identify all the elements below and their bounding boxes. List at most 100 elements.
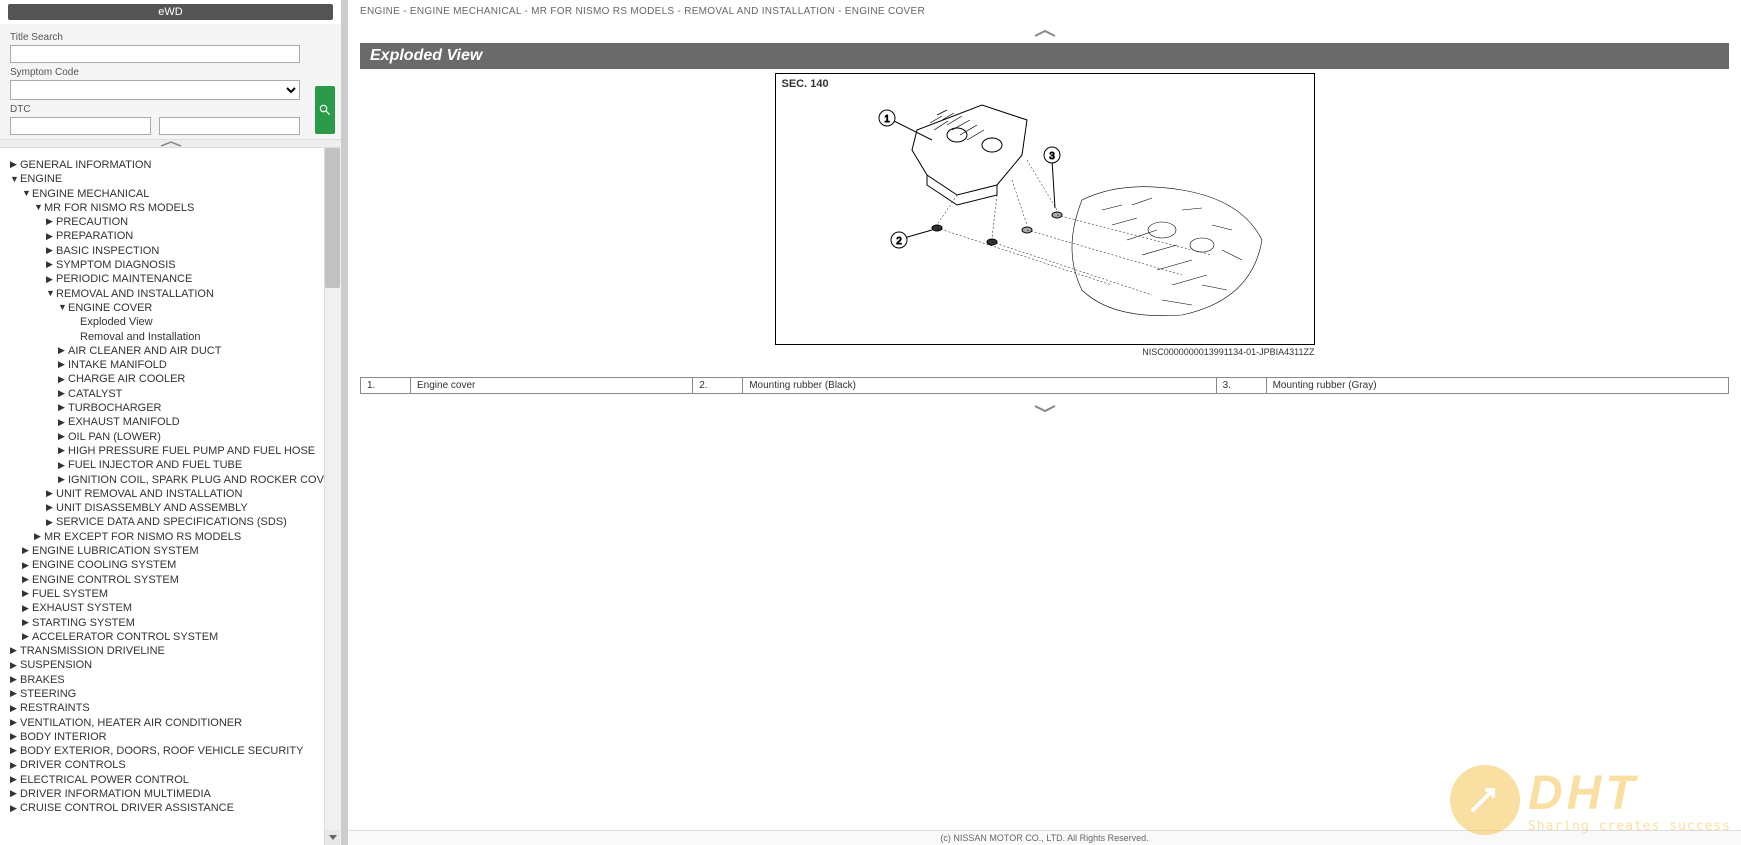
- tree-item[interactable]: ▶UNIT DISASSEMBLY AND ASSEMBLY: [44, 501, 337, 515]
- tree-item[interactable]: ▶ELECTRICAL POWER CONTROL: [8, 773, 337, 787]
- tree-label: PREPARATION: [56, 229, 133, 243]
- tree-item[interactable]: ▶TRANSMISSION DRIVELINE: [8, 644, 337, 658]
- caret-down-icon: ▼: [22, 188, 32, 200]
- table-row: 1. Engine cover 2. Mounting rubber (Blac…: [361, 378, 1729, 394]
- tree-label: ACCELERATOR CONTROL SYSTEM: [32, 630, 218, 644]
- dtc-label: DTC: [10, 104, 331, 115]
- tree-label: OIL PAN (LOWER): [68, 430, 161, 444]
- tree-label: STEERING: [20, 687, 76, 701]
- tree-label: ENGINE COVER: [68, 301, 152, 315]
- collapse-bottom-bar[interactable]: [348, 398, 1741, 418]
- collapse-top-bar[interactable]: [348, 23, 1741, 43]
- tree-item[interactable]: ▶ACCELERATOR CONTROL SYSTEM: [20, 630, 337, 644]
- tree-label: FUEL SYSTEM: [32, 587, 108, 601]
- svg-text:1: 1: [884, 114, 890, 125]
- left-panel: eWD Title Search Symptom Code DTC ▶GENER…: [0, 0, 342, 845]
- tree-label: ENGINE COOLING SYSTEM: [32, 558, 176, 572]
- scrollbar-down-arrow[interactable]: [325, 830, 340, 845]
- caret-right-icon: ▶: [10, 660, 20, 672]
- caret-down-icon: ▼: [58, 302, 68, 314]
- tree-item[interactable]: ▶STEERING: [8, 687, 337, 701]
- caret-right-icon: ▶: [10, 159, 20, 171]
- caret-right-icon: ▶: [58, 474, 68, 486]
- tree-item[interactable]: ▶FUEL INJECTOR AND FUEL TUBE: [56, 458, 337, 472]
- tree-item[interactable]: Removal and Installation: [68, 330, 337, 344]
- tree-item[interactable]: ▶STARTING SYSTEM: [20, 616, 337, 630]
- dtc-input-2[interactable]: [159, 117, 300, 135]
- scrollbar-thumb[interactable]: [325, 148, 340, 288]
- tree-label: DRIVER INFORMATION MULTIMEDIA: [20, 787, 211, 801]
- tree-item[interactable]: ▶EXHAUST SYSTEM: [20, 601, 337, 615]
- ewd-button[interactable]: eWD: [8, 4, 333, 20]
- dtc-input-1[interactable]: [10, 117, 151, 135]
- caret-right-icon: ▶: [22, 545, 32, 557]
- tree-label: AIR CLEANER AND AIR DUCT: [68, 344, 221, 358]
- tree-item[interactable]: ▶ENGINE CONTROL SYSTEM: [20, 573, 337, 587]
- tree-item[interactable]: ▶RESTRAINTS: [8, 701, 337, 715]
- tree-item[interactable]: ▼MR FOR NISMO RS MODELS: [32, 201, 337, 215]
- caret-right-icon: ▶: [46, 245, 56, 257]
- app-container: eWD Title Search Symptom Code DTC ▶GENER…: [0, 0, 1741, 845]
- tree-item[interactable]: ▼ENGINE: [8, 172, 337, 186]
- chevron-down-icon: [329, 835, 337, 841]
- tree-item[interactable]: ▶DRIVER INFORMATION MULTIMEDIA: [8, 787, 337, 801]
- tree-item[interactable]: ▶GENERAL INFORMATION: [8, 158, 337, 172]
- caret-right-icon: ▶: [58, 460, 68, 472]
- caret-right-icon: ▶: [58, 388, 68, 400]
- tree-item[interactable]: ▶BRAKES: [8, 673, 337, 687]
- tree-item[interactable]: ▶BODY EXTERIOR, DOORS, ROOF VEHICLE SECU…: [8, 744, 337, 758]
- tree-item[interactable]: ▶FUEL SYSTEM: [20, 587, 337, 601]
- tree-item[interactable]: ▶UNIT REMOVAL AND INSTALLATION: [44, 487, 337, 501]
- caret-right-icon: ▶: [10, 774, 20, 786]
- caret-right-icon: ▶: [58, 374, 68, 386]
- tree-item[interactable]: ▼ENGINE MECHANICAL: [20, 187, 337, 201]
- diagram-id: NISC0000000013991134-01-JPBIA4311ZZ: [775, 347, 1315, 357]
- tree-item[interactable]: ▶INTAKE MANIFOLD: [56, 358, 337, 372]
- tree-item[interactable]: ▶VENTILATION, HEATER AIR CONDITIONER: [8, 716, 337, 730]
- tree-label: MR FOR NISMO RS MODELS: [44, 201, 194, 215]
- caret-right-icon: ▶: [46, 259, 56, 271]
- tree-item[interactable]: ▼ENGINE COVER: [56, 301, 337, 315]
- tree-item[interactable]: ▶HIGH PRESSURE FUEL PUMP AND FUEL HOSE: [56, 444, 337, 458]
- search-button[interactable]: [315, 86, 335, 134]
- tree-label: UNIT DISASSEMBLY AND ASSEMBLY: [56, 501, 248, 515]
- tree-item[interactable]: ▶AIR CLEANER AND AIR DUCT: [56, 344, 337, 358]
- part-number: 3.: [1216, 378, 1266, 394]
- part-name: Engine cover: [411, 378, 693, 394]
- search-collapse-bar[interactable]: [0, 140, 341, 148]
- svg-text:2: 2: [896, 236, 902, 247]
- tree-item[interactable]: ▶TURBOCHARGER: [56, 401, 337, 415]
- tree-item[interactable]: ▶PREPARATION: [44, 229, 337, 243]
- tree-label: HIGH PRESSURE FUEL PUMP AND FUEL HOSE: [68, 444, 315, 458]
- svg-text:3: 3: [1049, 151, 1055, 162]
- tree-label: SUSPENSION: [20, 658, 92, 672]
- tree-item[interactable]: Exploded View: [68, 315, 337, 329]
- tree-item[interactable]: ▶CATALYST: [56, 387, 337, 401]
- tree-item[interactable]: ▶SERVICE DATA AND SPECIFICATIONS (SDS): [44, 515, 337, 529]
- title-search-label: Title Search: [10, 32, 331, 43]
- tree-label: EXHAUST MANIFOLD: [68, 415, 180, 429]
- tree-item[interactable]: ▶PERIODIC MAINTENANCE: [44, 272, 337, 286]
- title-search-input[interactable]: [10, 45, 300, 63]
- caret-down-icon: ▼: [10, 174, 20, 186]
- tree-item[interactable]: ▶SYMPTOM DIAGNOSIS: [44, 258, 337, 272]
- tree-item[interactable]: ▶ENGINE LUBRICATION SYSTEM: [20, 544, 337, 558]
- tree-item[interactable]: ▶PRECAUTION: [44, 215, 337, 229]
- tree-item[interactable]: ▶SUSPENSION: [8, 658, 337, 672]
- tree-scrollbar[interactable]: [324, 148, 341, 845]
- tree-item[interactable]: ▶BASIC INSPECTION: [44, 244, 337, 258]
- tree-item[interactable]: ▶BODY INTERIOR: [8, 730, 337, 744]
- tree-item[interactable]: ▶CRUISE CONTROL DRIVER ASSISTANCE: [8, 801, 337, 815]
- symptom-code-select[interactable]: [10, 80, 300, 100]
- tree-item[interactable]: ▼REMOVAL AND INSTALLATION: [44, 287, 337, 301]
- tree-item[interactable]: ▶ENGINE COOLING SYSTEM: [20, 558, 337, 572]
- tree-item[interactable]: ▶MR EXCEPT FOR NISMO RS MODELS: [32, 530, 337, 544]
- tree-item[interactable]: ▶IGNITION COIL, SPARK PLUG AND ROCKER CO…: [56, 473, 337, 487]
- tree-item[interactable]: ▶EXHAUST MANIFOLD: [56, 415, 337, 429]
- tree-item[interactable]: ▶OIL PAN (LOWER): [56, 430, 337, 444]
- search-icon: [318, 103, 332, 117]
- tree-label: GENERAL INFORMATION: [20, 158, 151, 172]
- tree-item[interactable]: ▶CHARGE AIR COOLER: [56, 372, 337, 386]
- caret-right-icon: ▶: [46, 231, 56, 243]
- tree-item[interactable]: ▶DRIVER CONTROLS: [8, 758, 337, 772]
